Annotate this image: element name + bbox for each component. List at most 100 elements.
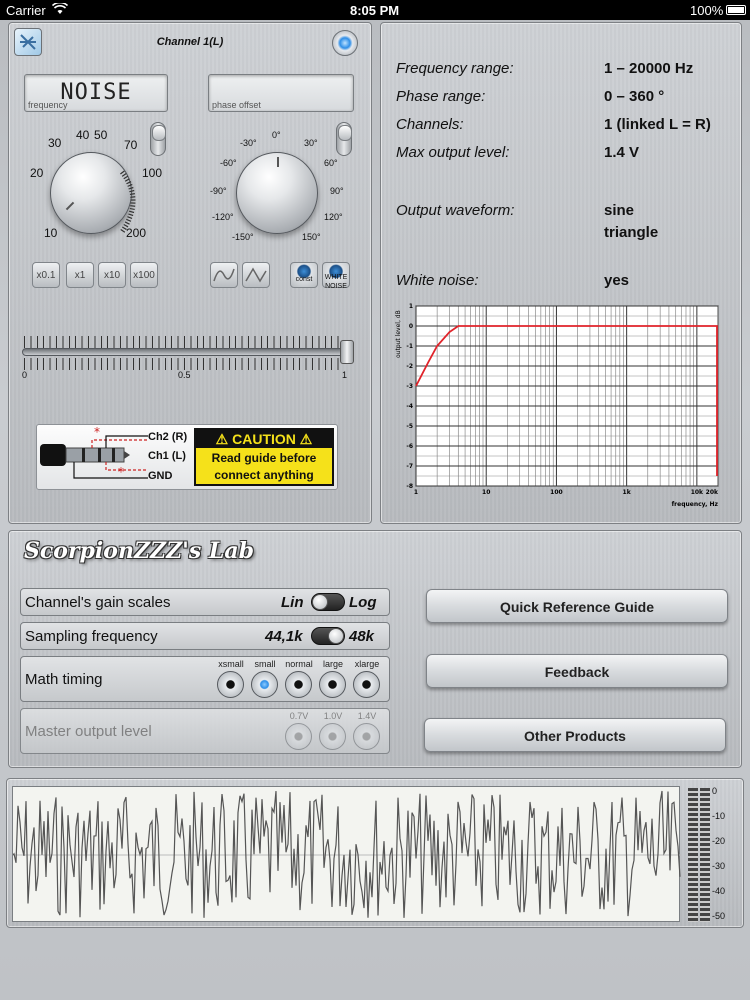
caution-header: ⚠ CAUTION ⚠ [196,430,332,448]
channel-title: Channel 1(L) [156,36,224,48]
const-button[interactable]: const [290,262,318,288]
const-label: const [295,276,313,283]
gain-scale-switch[interactable] [311,593,345,611]
quick-reference-guide-button[interactable]: Quick Reference Guide [426,589,728,623]
y-tick-label: 0 [409,323,413,330]
knob-pointer [277,157,279,167]
sampling-label: Sampling frequency [25,628,158,645]
status-bar: Carrier 8:05 PM 100% [0,0,750,20]
y-tick-label: 1 [409,303,413,310]
caution-line1: Read guide before [211,451,317,465]
spec-channels-key: Channels: [396,116,464,133]
phase-tick: 150° [302,232,321,242]
svg-text:*: * [118,465,124,479]
caution-body: Read guide before connect anything [196,450,332,484]
level-slider-thumb[interactable] [340,340,354,364]
feedback-button[interactable]: Feedback [426,654,728,688]
phase-tick: 60° [324,158,338,168]
spec-max-out-value: 1.4 V [604,144,640,161]
y-tick-label: -5 [406,423,413,430]
freq-tick: 30 [48,136,62,150]
math-small-radio[interactable] [251,671,278,698]
frequency-label: frequency [28,100,68,110]
phase-tick: 90° [330,186,344,196]
math-xsmall-radio[interactable] [217,671,244,698]
x-tick-label: 10 [482,489,490,496]
freq-tick: 10 [44,226,58,240]
math-xlarge-radio[interactable] [353,671,380,698]
y-tick-label: -4 [406,403,413,410]
caution-sign: ⚠ CAUTION ⚠ Read guide before connect an… [194,428,334,486]
y-tick-label: -1 [406,343,413,350]
sampling-switch[interactable] [311,627,345,645]
math-timing-row: Math timing xsmall small normal large xl… [20,656,390,702]
math-large-radio[interactable] [319,671,346,698]
carrier-label: Carrier [6,3,46,18]
slider-label-min: 0 [22,370,28,380]
gain-scale-row: Channel's gain scales Lin Log [20,588,390,616]
plate-ch1-label: Ch1 (L) [148,450,186,462]
slider-label-mid: 0.5 [178,370,191,380]
master-1.0v-radio[interactable] [319,723,346,750]
phase-tick: -60° [220,158,237,168]
triangle-wave-icon [245,267,267,283]
multiplier-x10-button[interactable]: x10 [98,262,126,288]
freq-tick: 40 [76,128,90,142]
pin-button[interactable] [14,28,42,56]
meter-bar-right [700,788,710,922]
sine-wave-button[interactable] [210,262,238,288]
spec-channels-value: 1 (linked L = R) [604,116,711,133]
meter-tick: -50 [712,911,726,921]
multiplier-x1-button[interactable]: x1 [66,262,94,288]
master-output-label: Master output level [25,723,152,740]
freq-tick: 70 [124,138,138,152]
slider-label-max: 1 [342,370,348,380]
multiplier-x0.1-button[interactable]: x0.1 [32,262,60,288]
level-slider[interactable] [22,348,344,356]
warning-icon: ⚠ [215,431,233,447]
multiplier-x100-button[interactable]: x100 [130,262,158,288]
phase-tick: 30° [304,138,318,148]
triangle-wave-button[interactable] [242,262,270,288]
phase-tick: -90° [210,186,227,196]
meter-tick: 0 [712,786,718,796]
spec-max-out-key: Max output level: [396,144,510,161]
y-tick-label: -8 [406,483,413,490]
knob-pointer [65,201,75,211]
frequency-range-toggle[interactable] [150,122,166,156]
slider-ticks-bottom [24,358,344,370]
x-tick-label: 20k [706,489,719,496]
gain-log-label: Log [349,594,377,611]
battery-icon [726,5,746,15]
gain-lin-label: Lin [281,594,304,611]
master-1.4v-radio[interactable] [353,723,380,750]
chart-x-label: frequency, Hz [672,501,719,508]
switch-nub [328,628,344,644]
switch-nub [312,594,328,610]
slider-ticks-top [24,336,344,348]
brand-logo: ScorpionZZZ's Lab [24,538,255,564]
channel-active-led-button[interactable] [332,30,358,56]
sampling-44k-label: 44,1k [265,628,303,645]
other-products-button[interactable]: Other Products [424,718,726,752]
meter-tick: -20 [712,836,726,846]
white-noise-button[interactable]: WHITE NOISE [322,262,350,290]
phase-knob[interactable] [236,152,318,234]
freq-tick: 50 [94,128,108,142]
phase-range-toggle[interactable] [336,122,352,156]
master-0.7v-radio[interactable] [285,723,312,750]
clock: 8:05 PM [350,3,400,18]
freq-tick: 200 [126,226,147,240]
frequency-response-chart: 10-1-2-3-4-5-6-7-8 1 10 100 1k 10k 20k output… [395,303,719,508]
sine-wave-icon [213,268,235,282]
phase-label: phase offset [212,100,261,110]
x-tick-label: 1 [414,489,418,496]
master-option-label: 1.4V [357,711,377,721]
meter-tick: -10 [712,811,726,821]
warning-icon: ⚠ [295,431,313,447]
white-noise-label: WHITE NOISE [324,274,348,290]
sampling-48k-label: 48k [349,628,375,645]
battery-percent: 100% [690,3,724,18]
noise-waveform [12,790,681,918]
math-normal-radio[interactable] [285,671,312,698]
